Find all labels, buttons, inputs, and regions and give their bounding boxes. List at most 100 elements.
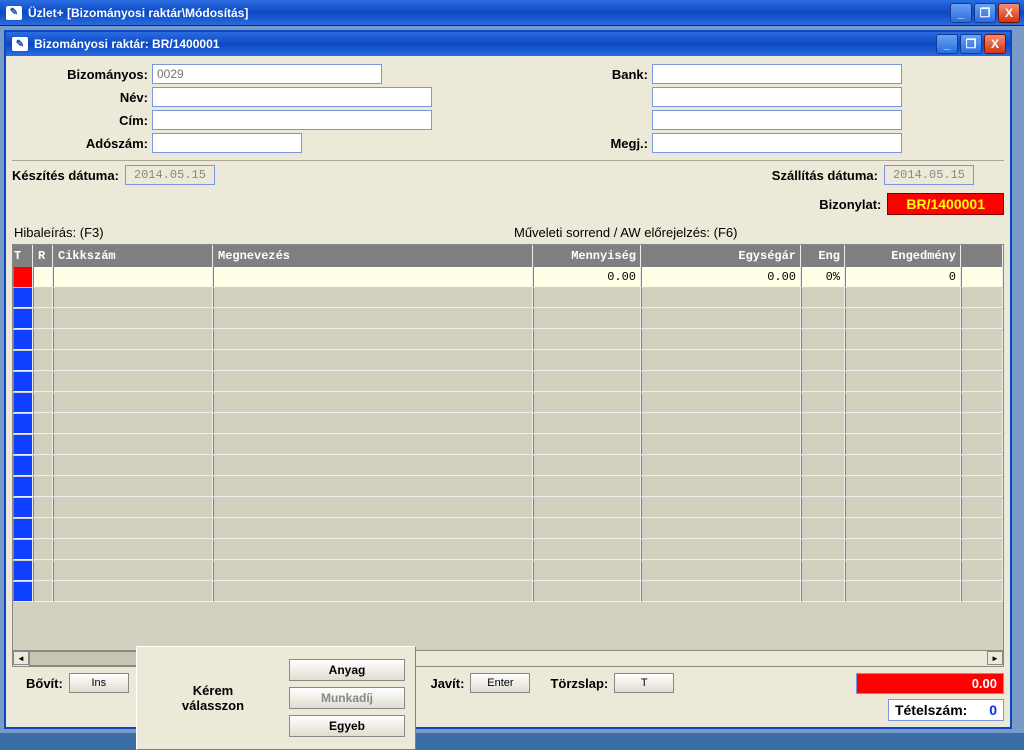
input-adoszam[interactable]: [152, 133, 302, 153]
table-row[interactable]: [13, 561, 1003, 582]
row-marker: [13, 330, 33, 350]
input-bank-1[interactable]: [652, 64, 902, 84]
row-marker: [13, 477, 33, 497]
label-bovit: Bővít:: [12, 676, 63, 691]
label-szallitas: Szállítás dátuma:: [772, 168, 878, 183]
table-row[interactable]: [13, 435, 1003, 456]
inner-maximize-button[interactable]: ❐: [960, 34, 982, 54]
outer-close-button[interactable]: X: [998, 3, 1020, 23]
table-row[interactable]: [13, 330, 1003, 351]
row-marker: [13, 288, 33, 308]
label-tetelszam: Tételszám:: [895, 702, 967, 718]
outer-titlebar: ✎ Üzlet+ [Bizományosi raktár\Módosítás] …: [0, 0, 1024, 26]
input-megj[interactable]: [652, 133, 902, 153]
label-cim: Cím:: [12, 113, 152, 128]
col-header-cikkszam[interactable]: Cikkszám: [53, 245, 213, 267]
col-header-megnevezes[interactable]: Megnevezés: [213, 245, 533, 267]
label-keszites: Készítés dátuma:: [12, 168, 119, 183]
row-marker: [13, 351, 33, 371]
table-row[interactable]: [13, 372, 1003, 393]
button-torzslap[interactable]: T: [614, 673, 674, 693]
inner-close-button[interactable]: X: [984, 34, 1006, 54]
scroll-right-button[interactable]: ►: [987, 651, 1003, 665]
label-torzslap: Törzslap:: [536, 676, 608, 691]
table-row[interactable]: [13, 582, 1003, 603]
outer-maximize-button[interactable]: ❐: [974, 3, 996, 23]
popup-valasszon: Kérem válasszon Anyag Munkadíj Egyeb: [136, 646, 416, 750]
row-marker: [13, 309, 33, 329]
separator-1: [12, 160, 1004, 161]
cell-engm: 0: [845, 267, 961, 287]
row-marker: [13, 393, 33, 413]
label-megj: Megj.:: [452, 136, 652, 151]
label-bank: Bank:: [452, 67, 652, 82]
table-row[interactable]: 0.000.000%0: [13, 267, 1003, 288]
table-row[interactable]: [13, 414, 1003, 435]
input-bizomanyos[interactable]: [152, 64, 382, 84]
cell-eng: 0%: [801, 267, 845, 287]
cell-menny: 0.00: [533, 267, 641, 287]
row-marker: [13, 435, 33, 455]
input-bank-3[interactable]: [652, 110, 902, 130]
inner-titlebar: ✎ Bizományosi raktár: BR/1400001 _ ❐ X: [6, 32, 1010, 56]
button-enter[interactable]: Enter: [470, 673, 530, 693]
col-header-r[interactable]: R: [33, 245, 53, 267]
button-ins[interactable]: Ins: [69, 673, 129, 693]
input-keszites[interactable]: [125, 165, 215, 185]
table-row[interactable]: [13, 393, 1003, 414]
label-javit: Javít:: [416, 676, 464, 691]
col-header-mennyiseg[interactable]: Mennyiség: [533, 245, 641, 267]
scroll-left-button[interactable]: ◄: [13, 651, 29, 665]
popup-button-egyeb[interactable]: Egyeb: [289, 715, 405, 737]
row-marker: [13, 414, 33, 434]
popup-button-munkadij[interactable]: Munkadíj: [289, 687, 405, 709]
label-bizonylat: Bizonylat:: [819, 197, 881, 212]
inner-title: Bizományosi raktár: BR/1400001: [34, 37, 219, 51]
form-icon: ✎: [12, 37, 28, 51]
input-szallitas[interactable]: [884, 165, 974, 185]
table-row[interactable]: [13, 540, 1003, 561]
date-row: Készítés dátuma: Szállítás dátuma:: [12, 165, 1004, 185]
value-bizonylat: BR/1400001: [887, 193, 1004, 215]
table-row[interactable]: [13, 498, 1003, 519]
table-row[interactable]: [13, 456, 1003, 477]
app-icon: ✎: [6, 6, 22, 20]
input-nev[interactable]: [152, 87, 432, 107]
value-tetelszam: 0: [971, 702, 997, 718]
table-row[interactable]: [13, 288, 1003, 309]
col-header-tail: [961, 245, 1003, 267]
input-bank-2[interactable]: [652, 87, 902, 107]
row-marker: [13, 456, 33, 476]
hint-hibaleiras: Hibaleírás: (F3): [14, 225, 514, 240]
grid: T R Cikkszám Megnevezés Mennyiség Egység…: [12, 244, 1004, 667]
outer-minimize-button[interactable]: _: [950, 3, 972, 23]
col-header-egysegar[interactable]: Egységár: [641, 245, 801, 267]
row-marker: [13, 561, 33, 581]
inner-minimize-button[interactable]: _: [936, 34, 958, 54]
inner-window: ✎ Bizományosi raktár: BR/1400001 _ ❐ X B…: [4, 30, 1012, 729]
row-marker: [13, 582, 33, 602]
label-bizomanyos: Bizományos:: [12, 67, 152, 82]
outer-title: Üzlet+ [Bizományosi raktár\Módosítás]: [28, 6, 248, 20]
table-row[interactable]: [13, 477, 1003, 498]
col-header-t[interactable]: T: [13, 245, 33, 267]
table-row[interactable]: [13, 519, 1003, 540]
col-header-eng[interactable]: Eng: [801, 245, 845, 267]
hints-row: Hibaleírás: (F3) Műveleti sorrend / AW e…: [12, 219, 1004, 244]
table-row[interactable]: [13, 309, 1003, 330]
table-row[interactable]: [13, 351, 1003, 372]
popup-message: Kérem válasszon: [137, 647, 289, 749]
col-header-engedmeny[interactable]: Engedmény: [845, 245, 961, 267]
grid-header: T R Cikkszám Megnevezés Mennyiség Egység…: [13, 245, 1003, 267]
hint-sorrend: Műveleti sorrend / AW előrejelzés: (F6): [514, 225, 1002, 240]
label-nev: Név:: [12, 90, 152, 105]
outer-window: ✎ Üzlet+ [Bizományosi raktár\Módosítás] …: [0, 0, 1024, 733]
mdi-area: ✎ Bizományosi raktár: BR/1400001 _ ❐ X B…: [0, 26, 1024, 733]
cell-ar: 0.00: [641, 267, 801, 287]
header-form: Bizományos: Név: Cím:: [12, 64, 1004, 156]
row-marker: [13, 540, 33, 560]
popup-button-anyag[interactable]: Anyag: [289, 659, 405, 681]
input-cim[interactable]: [152, 110, 432, 130]
popup-msg-line1: Kérem: [193, 683, 233, 698]
form-content: Bizományos: Név: Cím:: [6, 56, 1010, 727]
